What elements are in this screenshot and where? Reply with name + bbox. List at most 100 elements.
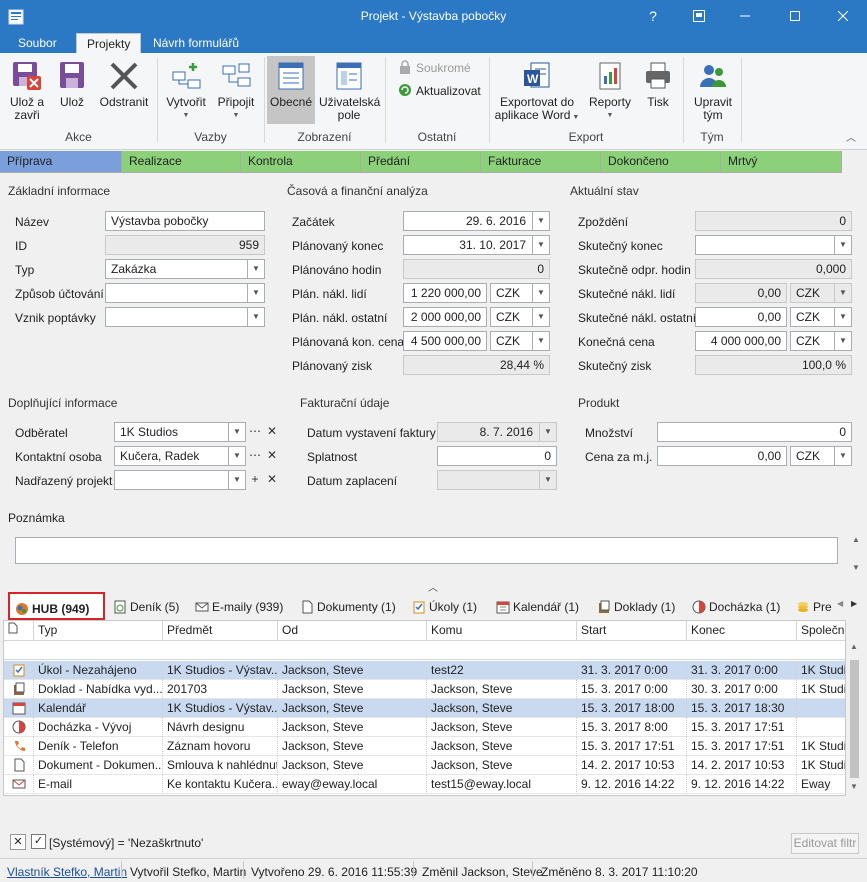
mnozstvi-field[interactable]: 0	[657, 422, 852, 442]
odberatel-more-button[interactable]: ⋯	[247, 422, 263, 442]
chevron-down-icon[interactable]: ▼	[834, 447, 851, 465]
chevron-down-icon[interactable]: ▼	[834, 308, 851, 326]
tabs-scroll-left-icon[interactable]: ◀	[837, 599, 843, 608]
kontaktni-osoba-select[interactable]: Kučera, Radek ▼	[114, 446, 246, 466]
typ-select[interactable]: Zakázka ▼	[105, 259, 265, 279]
collapse-ribbon-chevron-icon[interactable]: ︿	[846, 129, 856, 144]
table-row[interactable]: Doklad - Nabídka vyd... 201703 Jackson, St…	[4, 680, 845, 699]
filter-text[interactable]: [Systémový] = 'Nezaškrtnuto'	[49, 836, 203, 850]
plan-ostatni-field[interactable]: 2 000 000,00	[403, 307, 487, 327]
chevron-down-icon[interactable]: ▼	[532, 308, 549, 326]
skut-konec-date[interactable]: ▼	[695, 235, 852, 255]
konecna-cena-field[interactable]: 4 000 000,00	[695, 331, 787, 351]
plan-lidi-currency[interactable]: CZK ▼	[490, 283, 550, 303]
column-header-komu[interactable]: Komu	[427, 621, 577, 641]
restore-layout-button[interactable]	[676, 0, 722, 33]
stage-predani[interactable]: Předání	[361, 151, 481, 173]
edit-filter-button[interactable]: Editovat filtr	[791, 833, 859, 854]
chevron-down-icon[interactable]: ▼	[532, 236, 549, 254]
stage-priprava[interactable]: Příprava	[0, 151, 122, 173]
tab-more[interactable]: Pre	[796, 597, 832, 619]
refresh-button[interactable]: Aktualizovat	[398, 83, 481, 98]
cena-mj-currency[interactable]: CZK ▼	[790, 446, 852, 466]
chevron-down-icon[interactable]: ▼	[834, 332, 851, 350]
column-header-typ[interactable]: Typ	[34, 621, 163, 641]
tab-emaily[interactable]: E-maily (939)	[195, 597, 283, 619]
stage-dokonceno[interactable]: Dokončeno	[601, 151, 721, 173]
table-row[interactable]: Kalendář 1K Studios - Výstav... Jackson, S…	[4, 699, 845, 718]
plan-konec-date[interactable]: 31. 10. 2017 ▼	[403, 235, 550, 255]
skut-ostatni-field[interactable]: 0,00	[695, 307, 787, 327]
scroll-up-arrow-icon[interactable]: ▲	[852, 535, 860, 544]
chevron-down-icon[interactable]: ▼	[834, 236, 851, 254]
scroll-down-arrow-icon[interactable]: ▼	[852, 563, 860, 572]
save-button[interactable]: Ulož	[54, 60, 90, 109]
table-row[interactable]: Úkol - Nezahájeno 1K Studios - Výstav... J…	[4, 661, 845, 680]
menu-tab-navrh-formularu[interactable]: Návrh formulářů	[143, 33, 249, 54]
tab-dokumenty[interactable]: Dokumenty (1)	[300, 597, 396, 619]
export-word-button[interactable]: W Exportovat do aplikace Word ▼	[494, 60, 580, 124]
tab-kalendar[interactable]: Kalendář (1)	[496, 597, 579, 619]
chevron-down-icon[interactable]: ▼	[532, 284, 549, 302]
stage-realizace[interactable]: Realizace	[122, 151, 241, 173]
skut-ostatni-currency[interactable]: CZK ▼	[790, 307, 852, 327]
create-button[interactable]: Vytvořit ▼	[162, 60, 210, 122]
cena-mj-field[interactable]: 0,00	[657, 446, 787, 466]
vznik-select[interactable]: ▼	[105, 307, 265, 327]
chevron-down-icon[interactable]: ▼	[247, 284, 264, 302]
chevron-down-icon[interactable]: ▼	[532, 332, 549, 350]
column-header-od[interactable]: Od	[278, 621, 427, 641]
close-button[interactable]	[820, 0, 866, 33]
column-header-icon[interactable]	[4, 621, 34, 641]
menu-tab-projekty[interactable]: Projekty	[76, 33, 142, 54]
grid-horizontal-scrollbar[interactable]	[3, 796, 846, 806]
general-view-button[interactable]: Obecné	[267, 56, 315, 124]
scroll-down-arrow-icon[interactable]: ▼	[850, 782, 858, 791]
chevron-down-icon[interactable]: ▼	[532, 212, 549, 230]
status-owner-link[interactable]: Vlastník Stefko, Martin	[7, 865, 127, 879]
stage-fakturace[interactable]: Fakturace	[481, 151, 601, 173]
plan-cena-currency[interactable]: CZK ▼	[490, 331, 550, 351]
maximize-button[interactable]	[772, 0, 818, 33]
poznamka-field[interactable]	[15, 537, 838, 564]
scroll-up-arrow-icon[interactable]: ▲	[850, 642, 858, 651]
splatnost-field[interactable]: 0	[437, 446, 557, 466]
private-toggle[interactable]: Soukromé	[398, 60, 471, 75]
reports-button[interactable]: Reporty ▼	[585, 60, 635, 122]
delete-button[interactable]: Odstranit	[96, 60, 152, 109]
filter-enable-checkbox[interactable]: ✓	[31, 834, 46, 849]
chevron-down-icon[interactable]: ▼	[228, 423, 245, 441]
tab-dochazka[interactable]: Docházka (1)	[692, 597, 780, 619]
save-close-button[interactable]: Ulož a zavři	[6, 60, 48, 122]
chevron-down-icon[interactable]: ▼	[247, 260, 264, 278]
plan-lidi-field[interactable]: 1 220 000,00	[403, 283, 487, 303]
plan-cena-field[interactable]: 4 500 000,00	[403, 331, 487, 351]
plan-ostatni-currency[interactable]: CZK ▼	[490, 307, 550, 327]
edit-team-button[interactable]: Upravit tým	[688, 60, 738, 122]
tab-ukoly[interactable]: Úkoly (1)	[412, 597, 477, 619]
nazev-field[interactable]: Výstavba pobočky	[105, 211, 265, 231]
attach-button[interactable]: Připojit ▼	[212, 60, 260, 122]
stage-mrtvy[interactable]: Mrtvý	[721, 151, 842, 173]
zacatek-date[interactable]: 29. 6. 2016 ▼	[403, 211, 550, 231]
tabs-scroll-right-icon[interactable]: ▶	[851, 599, 857, 608]
help-button[interactable]: ?	[630, 0, 676, 33]
tab-denik[interactable]: Deník (5)	[113, 597, 179, 619]
odberatel-clear-icon[interactable]: ✕	[264, 422, 280, 442]
konecna-cena-currency[interactable]: CZK ▼	[790, 331, 852, 351]
nadrazeny-add-icon[interactable]: +	[247, 470, 263, 490]
column-header-konec[interactable]: Konec	[687, 621, 797, 641]
table-row[interactable]: Deník - Telefon Záznam hovoru Jackson, Ste…	[4, 737, 845, 756]
nadrazeny-clear-icon[interactable]: ✕	[264, 470, 280, 490]
clear-filter-icon[interactable]: ✕	[10, 834, 26, 850]
tab-hub[interactable]: HUB (949)	[8, 592, 105, 620]
custom-fields-button[interactable]: Uživatelská pole	[319, 60, 380, 122]
grid-vertical-scrollbar[interactable]: ▲ ▼	[846, 620, 863, 796]
table-row[interactable]: E-mail Ke kontaktu Kučera... eway@eway.loc…	[4, 775, 845, 794]
odberatel-select[interactable]: 1K Studios ▼	[114, 422, 246, 442]
scrollbar-thumb[interactable]	[850, 660, 859, 778]
print-button[interactable]: Tisk	[638, 60, 678, 109]
column-header-predmet[interactable]: Předmět	[163, 621, 278, 641]
kontaktni-osoba-clear-icon[interactable]: ✕	[264, 446, 280, 466]
column-header-start[interactable]: Start	[577, 621, 687, 641]
